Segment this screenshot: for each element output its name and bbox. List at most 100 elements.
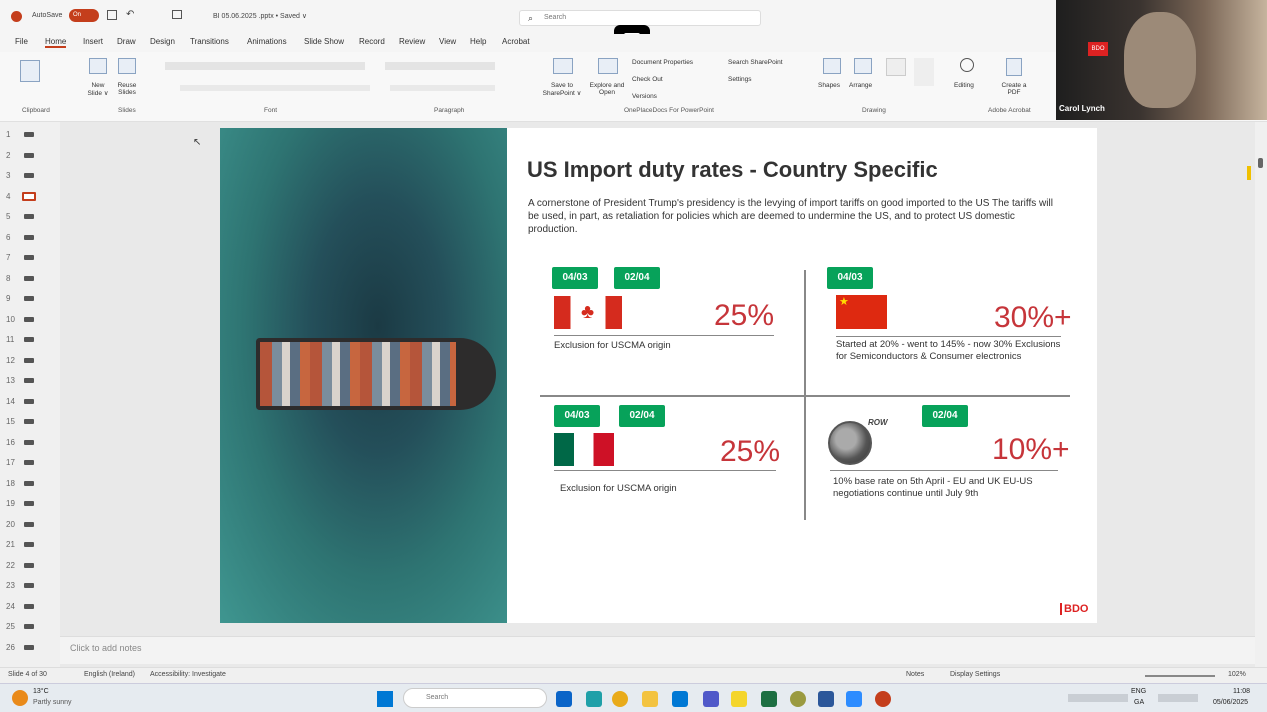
slide-thumb-number[interactable]: 20: [6, 520, 15, 529]
check-out-button[interactable]: Check Out: [632, 76, 663, 83]
menu-design[interactable]: Design: [150, 37, 175, 46]
vertical-scrollbar[interactable]: [1247, 122, 1267, 667]
notes-button[interactable]: Notes: [906, 671, 924, 678]
menu-insert[interactable]: Insert: [83, 37, 103, 46]
sharepoint-icon[interactable]: [553, 58, 573, 74]
taskbar-app-zoom[interactable]: [846, 691, 862, 707]
paragraph-align-controls[interactable]: [390, 85, 495, 91]
clock-time[interactable]: 11:08: [1233, 688, 1250, 695]
taskbar-app-mail[interactable]: [672, 691, 688, 707]
slide-thumb[interactable]: [24, 378, 34, 383]
shapes-icon[interactable]: [823, 58, 841, 74]
slide-thumb[interactable]: [24, 439, 34, 445]
taskbar-app-explorer[interactable]: [642, 691, 658, 707]
create-pdf-icon[interactable]: [1006, 58, 1022, 76]
slide-thumb-number[interactable]: 21: [6, 540, 15, 549]
font-format-controls[interactable]: [180, 85, 370, 91]
reuse-slides-button[interactable]: Reuse Slides: [114, 82, 140, 96]
tray-audio-icons[interactable]: [1158, 694, 1198, 702]
system-tray-icons[interactable]: [1068, 694, 1128, 702]
paste-icon[interactable]: [20, 60, 40, 82]
slide-thumb[interactable]: [24, 644, 34, 650]
slide-thumb[interactable]: [24, 275, 34, 281]
slide-thumb[interactable]: [24, 255, 34, 260]
menu-transitions[interactable]: Transitions: [190, 37, 229, 46]
taskbar-app-outlook[interactable]: [556, 691, 572, 707]
document-properties-button[interactable]: Document Properties: [632, 59, 693, 66]
autosave-toggle[interactable]: On: [69, 9, 99, 22]
reuse-slides-icon[interactable]: [118, 58, 136, 74]
slide-thumb-number[interactable]: 13: [6, 376, 15, 385]
slide-thumb[interactable]: [24, 419, 34, 424]
slide-thumb[interactable]: [24, 296, 34, 301]
file-name[interactable]: BI 05.06.2025 .pptx • Saved ∨: [213, 12, 307, 20]
slide-thumb-number[interactable]: 8: [6, 274, 10, 283]
slide-thumb[interactable]: [24, 521, 34, 527]
slide-thumb[interactable]: [24, 562, 34, 568]
menu-slide-show[interactable]: Slide Show: [304, 37, 344, 46]
language-status[interactable]: English (Ireland): [84, 671, 135, 678]
search-sharepoint-button[interactable]: Search SharePoint: [728, 59, 783, 66]
taskbar-app-word[interactable]: [818, 691, 834, 707]
slide-thumb-number[interactable]: 6: [6, 233, 10, 242]
explore-icon[interactable]: [598, 58, 618, 74]
language-indicator-2[interactable]: GA: [1134, 699, 1144, 706]
slide-thumb-number[interactable]: 3: [6, 171, 10, 180]
arrange-icon[interactable]: [854, 58, 872, 74]
slide-thumb[interactable]: [24, 337, 34, 342]
language-indicator[interactable]: ENG: [1131, 688, 1146, 695]
slide-thumb-number[interactable]: 16: [6, 438, 15, 447]
slide-thumb-number[interactable]: 12: [6, 356, 15, 365]
settings-button[interactable]: Settings: [728, 76, 752, 83]
slide-thumb[interactable]: [24, 152, 34, 158]
scroll-thumb[interactable]: [1258, 158, 1263, 168]
slide-thumbnail-pane[interactable]: 1 2 3 4 5 6 7 8 9 10 11 12 13 14 15 16 17 18 19 20 21 22 23 24 2…: [0, 122, 60, 667]
shapes-button[interactable]: Shapes: [818, 82, 840, 89]
save-to-sharepoint-button[interactable]: Save to SharePoint ∨: [538, 82, 586, 97]
start-button[interactable]: [377, 691, 393, 707]
taskbar-search[interactable]: Search: [403, 688, 547, 708]
slide-thumb[interactable]: [24, 583, 34, 588]
notes-pane[interactable]: Click to add notes: [60, 636, 1255, 664]
slide-thumb[interactable]: [24, 460, 34, 465]
present-icon[interactable]: [172, 10, 182, 19]
menu-help[interactable]: Help: [470, 37, 486, 46]
taskbar-app-excel[interactable]: [761, 691, 777, 707]
search-box[interactable]: ⌕ Search: [519, 10, 761, 26]
slide-thumb-number[interactable]: 7: [6, 253, 10, 262]
slide-thumb-number[interactable]: 26: [6, 643, 15, 652]
shape-fill-controls[interactable]: [914, 58, 934, 86]
slide-thumb[interactable]: [22, 191, 36, 201]
menu-acrobat[interactable]: Acrobat: [502, 37, 530, 46]
slide-thumb[interactable]: [24, 603, 34, 609]
arrange-button[interactable]: Arrange: [849, 82, 872, 89]
slide-thumb[interactable]: [24, 398, 34, 404]
slide-thumb[interactable]: [24, 480, 34, 486]
slide-thumb-number[interactable]: 17: [6, 458, 15, 467]
slide-thumb-number[interactable]: 14: [6, 397, 15, 406]
slide-thumb[interactable]: [24, 132, 34, 137]
slide-thumb[interactable]: [24, 214, 34, 219]
menu-animations[interactable]: Animations: [247, 37, 287, 46]
slide-thumb[interactable]: [24, 357, 34, 363]
taskbar-app-chrome[interactable]: [612, 691, 628, 707]
menu-record[interactable]: Record: [359, 37, 385, 46]
slide-thumb-number[interactable]: 2: [6, 151, 10, 160]
slide-thumb-number[interactable]: 23: [6, 581, 15, 590]
create-pdf-button[interactable]: Create a PDF: [1000, 82, 1028, 96]
save-icon[interactable]: [107, 10, 117, 20]
new-slide-icon[interactable]: [89, 58, 107, 74]
versions-button[interactable]: Versions: [632, 93, 657, 100]
taskbar-app-notes[interactable]: [731, 691, 747, 707]
slide-thumb-number[interactable]: 25: [6, 622, 15, 631]
slide-thumb-number[interactable]: 1: [6, 130, 10, 139]
zoom-slider[interactable]: [1145, 675, 1215, 677]
slide-thumb-number[interactable]: 5: [6, 212, 10, 221]
slide-thumb-number[interactable]: 18: [6, 479, 15, 488]
editing-icon[interactable]: [960, 58, 974, 72]
slide-thumb-number[interactable]: 9: [6, 294, 10, 303]
slide-thumb[interactable]: [24, 501, 34, 506]
slide-thumb-number[interactable]: 19: [6, 499, 15, 508]
taskbar-app-edge[interactable]: [586, 691, 602, 707]
zoom-level[interactable]: 102%: [1228, 671, 1246, 678]
